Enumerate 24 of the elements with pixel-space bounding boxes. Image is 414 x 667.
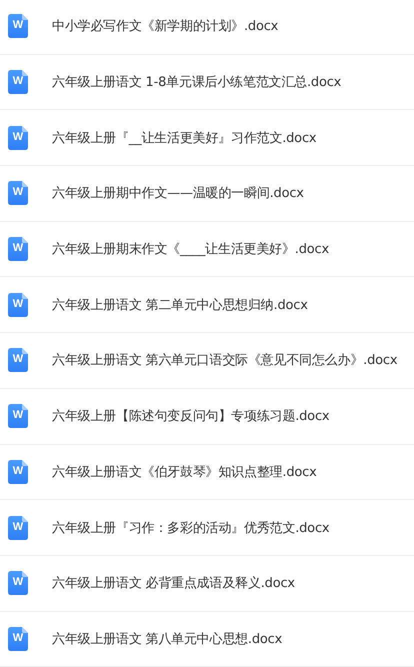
file-name[interactable]: 六年级上册『习作：多彩的活动』优秀范文.docx — [52, 518, 330, 537]
file-name[interactable]: 六年级上册期末作文《____让生活更美好》.docx — [52, 240, 329, 258]
word-file-icon: W — [8, 404, 28, 428]
file-name[interactable]: 六年级上册语文 第六单元口语交际《意见不同怎么办》.docx — [52, 351, 398, 370]
word-file-icon: W — [8, 626, 28, 651]
word-file-icon: W — [8, 181, 28, 206]
word-file-icon: W — [8, 70, 28, 94]
file-name[interactable]: 六年级上册语文《伯牙鼓琴》知识点整理.docx — [52, 462, 317, 481]
file-name[interactable]: 六年级上册语文 第八单元中心思想.docx — [52, 630, 282, 648]
word-file-icon: W — [8, 348, 28, 372]
word-file-icon: W — [8, 14, 28, 38]
word-file-icon: W — [8, 126, 28, 150]
file-name[interactable]: 六年级上册『__让生活更美好』习作范文.docx — [52, 128, 316, 147]
file-name[interactable]: 六年级上册语文 第二单元中心思想归纳.docx — [52, 296, 308, 314]
file-name[interactable]: 六年级上册【陈述句变反问句】专项练习题.docx — [52, 407, 330, 426]
file-name[interactable]: 中小学必写作文《新学期的计划》.docx — [52, 17, 278, 36]
file-name[interactable]: 六年级上册语文 必背重点成语及释义.docx — [52, 574, 295, 592]
word-file-icon: W — [8, 237, 28, 262]
file-name[interactable]: 六年级上册语文 1-8单元课后小练笔范文汇总.docx — [52, 73, 342, 92]
word-file-icon: W — [8, 571, 28, 596]
file-name[interactable]: 六年级上册期中作文——温暖的一瞬间.docx — [52, 184, 304, 202]
word-file-icon: W — [8, 516, 28, 540]
word-file-icon: W — [8, 292, 28, 317]
word-file-icon: W — [8, 460, 28, 484]
